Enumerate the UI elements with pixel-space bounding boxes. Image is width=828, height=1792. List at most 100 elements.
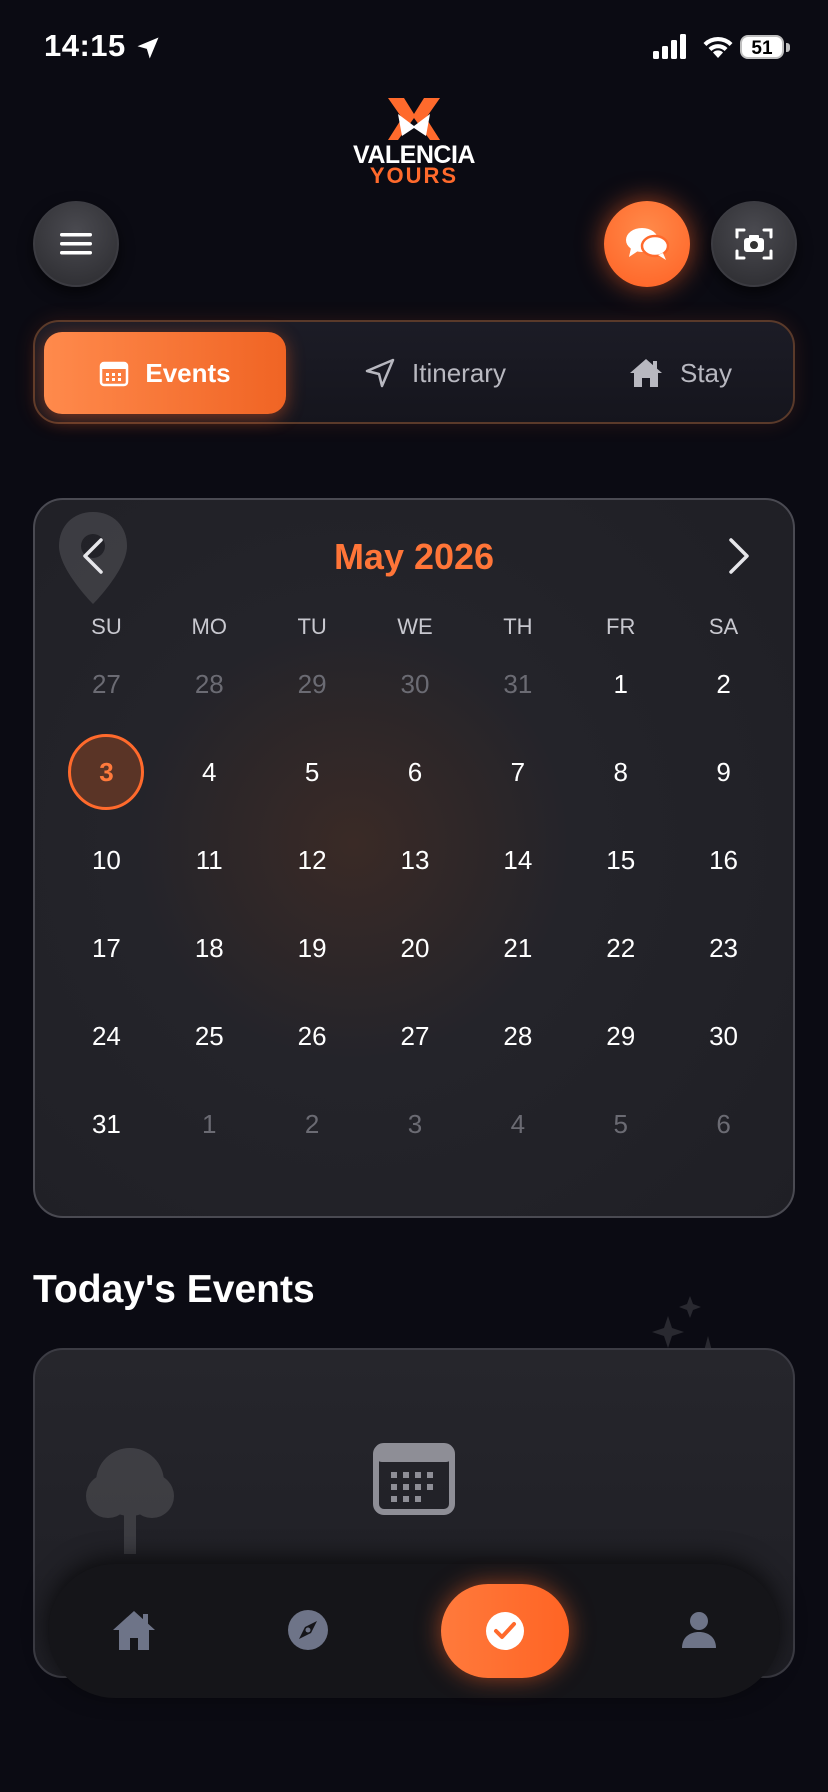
house-icon — [629, 359, 662, 387]
wifi-icon — [703, 36, 733, 58]
calendar-day[interactable]: 1 — [158, 1080, 261, 1168]
calendar-day-number: 12 — [297, 844, 327, 875]
calendar-day[interactable]: 22 — [569, 904, 672, 992]
calendar-day[interactable]: 5 — [569, 1080, 672, 1168]
scan-camera-icon — [735, 228, 773, 260]
calendar-day-number: 6 — [716, 1108, 731, 1139]
calendar-day-number: 24 — [91, 1020, 121, 1051]
tab-events-label: Events — [145, 357, 231, 388]
calendar-grid-icon — [373, 1443, 455, 1515]
calendar-day[interactable]: 8 — [569, 728, 672, 816]
calendar-day-number: 3 — [99, 756, 114, 787]
calendar-day[interactable]: 5 — [261, 728, 364, 816]
calendar-day[interactable]: 4 — [466, 1080, 569, 1168]
calendar-day-number: 28 — [194, 668, 224, 699]
nav-explore-button[interactable] — [276, 1598, 340, 1662]
calendar-day[interactable]: 25 — [158, 992, 261, 1080]
tab-stay-label: Stay — [679, 357, 733, 388]
calendar-day-number: 17 — [91, 932, 121, 963]
calendar-day-number: 7 — [510, 756, 526, 787]
logo-mark-icon — [388, 98, 440, 140]
tab-stay[interactable]: Stay — [580, 332, 780, 414]
calendar-day-number: 8 — [613, 756, 628, 787]
brand-line-2: YOURS — [369, 163, 459, 188]
weekday-header: SU MO TU WE TH FR SA — [55, 614, 775, 640]
calendar-day[interactable]: 15 — [569, 816, 672, 904]
next-month-button[interactable] — [717, 536, 757, 576]
calendar-day[interactable]: 9 — [672, 728, 775, 816]
section-tabs: Events Itinerary Stay — [33, 320, 795, 424]
calendar-day-number: 27 — [400, 1020, 430, 1051]
calendar-day[interactable]: 6 — [364, 728, 467, 816]
tab-itinerary[interactable]: Itinerary — [325, 332, 545, 414]
calendar-day[interactable]: 29 — [261, 640, 364, 728]
weekday-label: SU — [91, 614, 122, 639]
calendar-day-number: 28 — [503, 1020, 533, 1051]
calendar-day[interactable]: 30 — [672, 992, 775, 1080]
camera-scan-button[interactable] — [711, 201, 797, 287]
nav-tasks-button[interactable] — [441, 1584, 569, 1678]
calendar-day[interactable]: 11 — [158, 816, 261, 904]
check-circle-icon — [486, 1612, 524, 1650]
calendar-day-number: 1 — [202, 1108, 217, 1139]
calendar-day[interactable]: 27 — [364, 992, 467, 1080]
calendar-day[interactable]: 16 — [672, 816, 775, 904]
calendar-day-selected[interactable]: 3 — [55, 728, 158, 816]
tab-events[interactable]: Events — [44, 332, 286, 414]
menu-button[interactable] — [33, 201, 119, 287]
calendar-day[interactable]: 28 — [158, 640, 261, 728]
calendar-day-number: 29 — [297, 668, 327, 699]
calendar-day[interactable]: 31 — [55, 1080, 158, 1168]
weekday-label: SA — [708, 614, 739, 639]
calendar-day-number: 18 — [194, 932, 224, 963]
calendar-day-number: 22 — [606, 932, 636, 963]
calendar-day[interactable]: 31 — [466, 640, 569, 728]
calendar-day[interactable]: 3 — [364, 1080, 467, 1168]
calendar-day[interactable]: 20 — [364, 904, 467, 992]
calendar-day-number: 26 — [297, 1020, 327, 1051]
cellular-signal-icon — [653, 34, 686, 59]
calendar-day-number: 31 — [503, 668, 533, 699]
calendar-day-number: 3 — [407, 1108, 423, 1139]
calendar-day[interactable]: 17 — [55, 904, 158, 992]
battery-level: 51 — [740, 35, 784, 59]
calendar-day[interactable]: 30 — [364, 640, 467, 728]
calendar-day-number: 9 — [716, 756, 731, 787]
calendar-day[interactable]: 29 — [569, 992, 672, 1080]
nav-profile-button[interactable] — [667, 1598, 731, 1662]
calendar-day-number: 25 — [194, 1020, 224, 1051]
chat-button[interactable] — [604, 201, 690, 287]
calendar-day[interactable]: 7 — [466, 728, 569, 816]
calendar-day[interactable]: 1 — [569, 640, 672, 728]
calendar-day[interactable]: 13 — [364, 816, 467, 904]
calendar-day[interactable]: 21 — [466, 904, 569, 992]
calendar-day[interactable]: 19 — [261, 904, 364, 992]
calendar-day[interactable]: 2 — [261, 1080, 364, 1168]
tree-watermark-icon — [86, 1448, 174, 1554]
nav-home-button[interactable] — [102, 1598, 166, 1662]
calendar-day-number: 21 — [503, 932, 533, 963]
calendar-day-number: 6 — [407, 756, 423, 787]
person-icon — [682, 1612, 716, 1648]
calendar-day[interactable]: 18 — [158, 904, 261, 992]
brand-logo: VALENCIA YOURS — [344, 96, 484, 188]
calendar-day-number: 4 — [202, 756, 217, 787]
calendar-day[interactable]: 27 — [55, 640, 158, 728]
calendar-day-number: 30 — [709, 1020, 739, 1051]
calendar-day[interactable]: 24 — [55, 992, 158, 1080]
weekday-label: FR — [606, 614, 636, 639]
calendar-day-number: 5 — [613, 1108, 628, 1139]
calendar-day[interactable]: 28 — [466, 992, 569, 1080]
location-arrow-icon — [137, 37, 159, 59]
calendar-day[interactable]: 26 — [261, 992, 364, 1080]
calendar-day[interactable]: 2 — [672, 640, 775, 728]
calendar-day[interactable]: 10 — [55, 816, 158, 904]
navigation-arrow-icon — [365, 358, 395, 388]
calendar-day[interactable]: 6 — [672, 1080, 775, 1168]
todays-events-title: Today's Events — [33, 1268, 315, 1311]
calendar-day[interactable]: 14 — [466, 816, 569, 904]
calendar-day-number: 29 — [606, 1020, 636, 1051]
calendar-day[interactable]: 4 — [158, 728, 261, 816]
calendar-day[interactable]: 23 — [672, 904, 775, 992]
calendar-day[interactable]: 12 — [261, 816, 364, 904]
